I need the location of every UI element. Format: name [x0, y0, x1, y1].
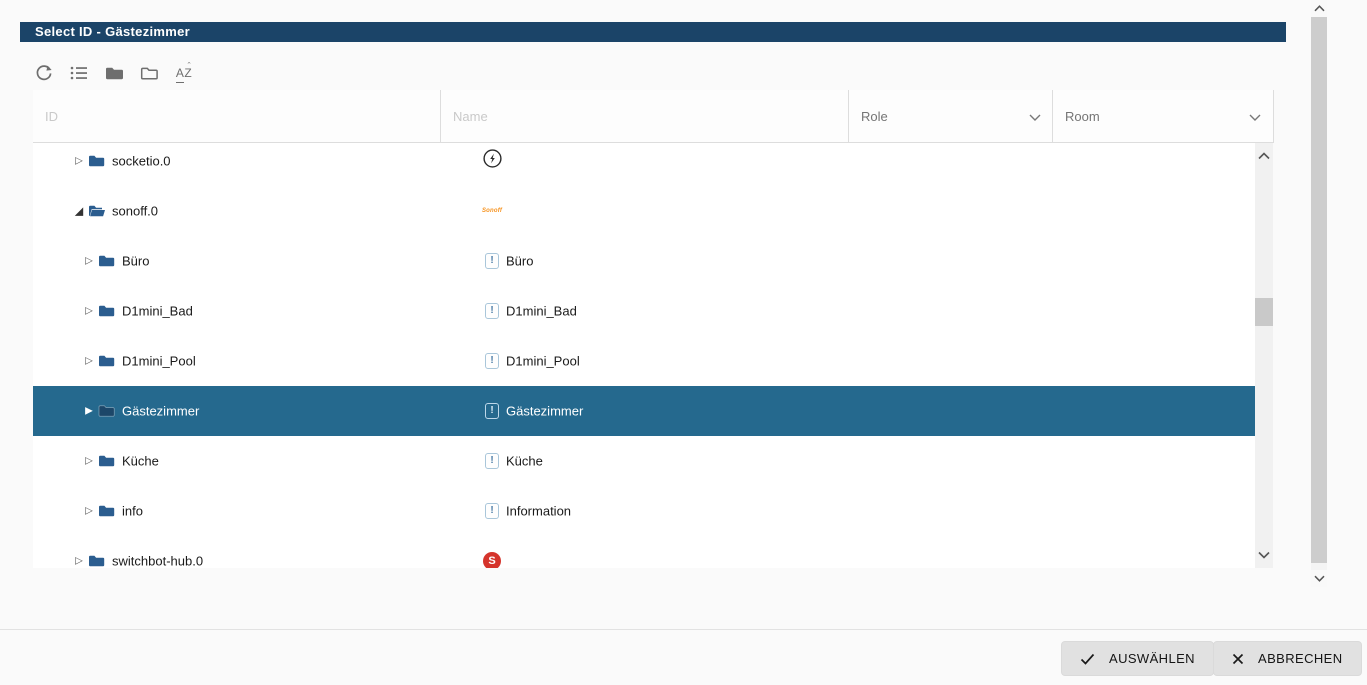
expand-all-button[interactable] [136, 60, 162, 86]
folder-icon [98, 454, 115, 468]
tree-scrollbar[interactable] [1255, 143, 1273, 568]
list-view-button[interactable] [66, 60, 92, 86]
tree-toolbar: AZ ˆ [31, 59, 197, 87]
exclamation-icon: ! [485, 453, 499, 469]
cancel-button-label: ABBRECHEN [1258, 651, 1343, 666]
object-name-label: D1mini_Bad [506, 303, 577, 319]
room-filter-select[interactable]: Room [1053, 90, 1273, 143]
expander-icon[interactable]: ▷ [83, 256, 95, 267]
folder-icon [88, 554, 105, 568]
folder-icon [98, 304, 115, 318]
expander-icon[interactable]: ◢ [73, 205, 85, 218]
checkmark-icon [1080, 653, 1095, 665]
id-filter-input[interactable] [33, 90, 439, 143]
object-id-label: Küche [122, 453, 159, 469]
close-icon [1232, 653, 1244, 664]
role-filter-select[interactable]: Role [849, 90, 1052, 143]
scroll-down-icon[interactable] [1311, 570, 1327, 587]
object-id-label: socketio.0 [112, 153, 171, 169]
page-scrollbar[interactable] [1311, 0, 1327, 587]
expander-icon[interactable]: ▷ [83, 506, 95, 517]
tree-row[interactable]: ▷ info ! Information [33, 486, 1255, 536]
object-id-label: switchbot-hub.0 [112, 553, 204, 569]
switchbot-icon: S [483, 552, 501, 568]
expander-icon[interactable]: ▷ [83, 306, 95, 317]
object-id-label: sonoff.0 [112, 203, 159, 219]
exclamation-icon: ! [485, 503, 499, 519]
tree-scrollbar-thumb[interactable] [1255, 298, 1273, 326]
exclamation-icon: ! [485, 253, 499, 269]
scroll-up-icon[interactable] [1258, 147, 1270, 165]
exclamation-icon: ! [485, 303, 499, 319]
chevron-down-icon [1029, 108, 1041, 126]
scroll-down-icon[interactable] [1258, 546, 1270, 564]
object-name-label: Küche [506, 453, 543, 469]
scroll-up-icon[interactable] [1311, 0, 1327, 17]
name-filter-input[interactable] [441, 90, 847, 143]
object-id-label: info [122, 503, 143, 519]
expander-icon[interactable]: ▷ [73, 556, 85, 567]
tree-row[interactable]: ▷ Küche ! Küche [33, 436, 1255, 486]
folder-icon [98, 354, 115, 368]
list-view-icon [70, 65, 88, 81]
tree-row[interactable]: ▷ socketio.0 [33, 143, 1255, 186]
tree-row[interactable]: ▶ Gästezimmer ! Gästezimmer [33, 386, 1255, 436]
dialog-title: Select ID - Gästezimmer [20, 22, 1286, 42]
role-filter-label: Role [861, 109, 888, 124]
sonoff-logo: Sonoff [481, 208, 503, 214]
tree-row[interactable]: ◢ sonoff.0 Sonoff [33, 186, 1255, 236]
object-id-label: Gästezimmer [122, 403, 200, 419]
chevron-down-icon [1249, 108, 1261, 126]
folder-icon [98, 254, 115, 268]
tree-row[interactable]: ▷ D1mini_Bad ! D1mini_Bad [33, 286, 1255, 336]
folder-closed-icon [105, 66, 124, 81]
object-name-label: Information [506, 503, 572, 519]
collapse-all-button[interactable] [101, 60, 127, 86]
expander-icon[interactable]: ▷ [83, 356, 95, 367]
folder-icon [98, 504, 115, 518]
dialog-footer: AUSWÄHLEN ABBRECHEN [0, 630, 1367, 685]
sort-az-button[interactable]: AZ ˆ [171, 60, 197, 86]
select-button[interactable]: AUSWÄHLEN [1061, 641, 1214, 676]
select-id-dialog: Select ID - Gästezimmer AZ ˆ ID Name Rol… [0, 0, 1367, 685]
object-name-label: Büro [506, 253, 534, 269]
tree-row[interactable]: ▷ switchbot-hub.0 S [33, 536, 1255, 568]
refresh-icon [35, 64, 53, 82]
sort-az-icon: AZ ˆ [175, 61, 192, 83]
object-id-label: Büro [122, 253, 150, 269]
exclamation-icon: ! [485, 403, 499, 419]
tree-row[interactable]: ▷ Büro ! Büro [33, 236, 1255, 286]
object-tree: ▷ socketio.0 ◢ sonoff.0 Sonoff ▷ Büro ! … [33, 143, 1255, 568]
object-name-label: D1mini_Pool [506, 353, 580, 369]
page-scrollbar-thumb[interactable] [1311, 17, 1327, 563]
object-id-label: D1mini_Pool [122, 353, 196, 369]
object-id-label: D1mini_Bad [122, 303, 193, 319]
filter-header: Role Room [33, 90, 1274, 143]
room-filter-label: Room [1065, 109, 1100, 124]
refresh-button[interactable] [31, 60, 57, 86]
socketio-icon [482, 149, 502, 173]
exclamation-icon: ! [485, 353, 499, 369]
folder-icon [88, 154, 105, 168]
folder-icon [88, 204, 105, 218]
folder-icon [98, 404, 115, 418]
select-button-label: AUSWÄHLEN [1109, 651, 1195, 666]
object-name-label: Gästezimmer [506, 403, 584, 419]
tree-row[interactable]: ▷ D1mini_Pool ! D1mini_Pool [33, 336, 1255, 386]
expander-icon[interactable]: ▷ [83, 456, 95, 467]
expander-icon[interactable]: ▶ [83, 406, 95, 417]
cancel-button[interactable]: ABBRECHEN [1213, 641, 1362, 676]
folder-open-icon [140, 66, 159, 81]
expander-icon[interactable]: ▷ [73, 156, 85, 167]
